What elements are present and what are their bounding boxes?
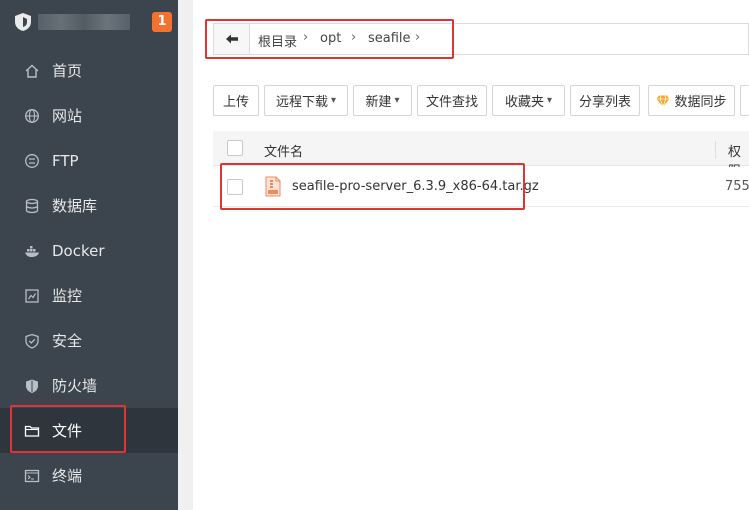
file-search-button[interactable]: 文件查找	[417, 85, 487, 116]
remote-download-label: 远程下载	[275, 95, 328, 110]
sidebar-item-label: FTP	[52, 151, 79, 170]
sidebar-item-website[interactable]: 网站	[0, 93, 178, 138]
terminal-icon	[24, 468, 40, 484]
select-all-checkbox[interactable]	[227, 140, 243, 156]
column-header-permission[interactable]: 权限	[715, 141, 749, 179]
globe-icon	[24, 108, 40, 124]
breadcrumb-item-root[interactable]: 根目录	[258, 31, 297, 50]
chevron-down-icon: ▾	[546, 95, 553, 106]
sidebar-item-files[interactable]: 文件	[0, 408, 178, 453]
breadcrumb: 根目录 › opt › seafile ›	[213, 23, 749, 55]
sidebar-item-terminal[interactable]: 终端	[0, 453, 178, 498]
chevron-right-icon: ›	[351, 30, 357, 45]
monitor-icon	[24, 288, 40, 304]
sidebar-item-ftp[interactable]: FTP	[0, 138, 178, 183]
sidebar-item-label: 防火墙	[52, 377, 98, 395]
diamond-icon	[656, 94, 670, 107]
sidebar-item-label: 网站	[52, 107, 83, 125]
chevron-right-icon: ›	[303, 30, 309, 45]
back-button[interactable]	[214, 24, 250, 54]
data-sync-button[interactable]: 数据同步	[648, 85, 735, 116]
sidebar-item-database[interactable]: 数据库	[0, 183, 178, 228]
share-list-button[interactable]: 分享列表	[570, 85, 640, 116]
data-sync-label: 数据同步	[674, 95, 727, 110]
upload-label: 上传	[222, 95, 249, 110]
favorites-button[interactable]: 收藏夹 ▾	[492, 85, 565, 116]
brand-header: 1	[0, 0, 178, 46]
sidebar: 1 首页 网站 FTP 数据库 Docker 监控 安全 防火墙 文件 终端	[0, 0, 178, 510]
chevron-down-icon: ▾	[330, 95, 337, 106]
archive-file-icon	[265, 176, 281, 197]
database-icon	[24, 198, 40, 214]
sidebar-item-label: 数据库	[52, 197, 98, 215]
sidebar-item-label: 监控	[52, 287, 83, 305]
sidebar-item-label: 文件	[52, 422, 83, 440]
notification-badge[interactable]: 1	[152, 12, 172, 32]
main-panel	[193, 0, 749, 510]
breadcrumb-item-seafile[interactable]: seafile	[368, 31, 411, 46]
sidebar-item-label: 安全	[52, 332, 83, 350]
share-list-label: 分享列表	[578, 95, 631, 110]
sidebar-item-monitor[interactable]: 监控	[0, 273, 178, 318]
column-header-name[interactable]: 文件名	[264, 141, 303, 160]
breadcrumb-item-opt[interactable]: opt	[320, 31, 341, 46]
favorites-label: 收藏夹	[504, 95, 544, 110]
sidebar-item-label: 终端	[52, 467, 83, 485]
new-label: 新建	[365, 95, 392, 110]
sidebar-item-security[interactable]: 安全	[0, 318, 178, 363]
arrow-left-icon	[225, 34, 238, 44]
firewall-icon	[24, 378, 40, 394]
row-checkbox[interactable]	[227, 179, 243, 195]
file-search-label: 文件查找	[425, 95, 478, 110]
chevron-down-icon: ▾	[394, 95, 400, 106]
docker-icon	[24, 243, 40, 259]
shield-icon	[24, 333, 40, 349]
hostname-blurred	[38, 14, 130, 30]
logo-icon	[15, 13, 31, 31]
remote-download-button[interactable]: 远程下载 ▾	[264, 85, 348, 116]
chevron-right-icon: ›	[415, 30, 421, 45]
table-row[interactable]: seafile-pro-server_6.3.9_x86-64.tar.gz 7…	[213, 167, 749, 207]
sidebar-item-docker[interactable]: Docker	[0, 228, 178, 273]
sidebar-item-label: 首页	[52, 62, 83, 80]
home-icon	[24, 63, 40, 79]
sidebar-item-label: Docker	[52, 241, 105, 260]
new-button[interactable]: 新建 ▾	[353, 85, 412, 116]
sidebar-item-home[interactable]: 首页	[0, 48, 178, 93]
sidebar-item-firewall[interactable]: 防火墙	[0, 363, 178, 408]
file-permission: 755	[725, 179, 749, 194]
file-name[interactable]: seafile-pro-server_6.3.9_x86-64.tar.gz	[292, 179, 539, 194]
ftp-icon	[24, 153, 40, 169]
upload-button[interactable]: 上传	[213, 85, 259, 116]
file-table-header: 文件名 权限	[213, 131, 749, 179]
toolbar-overflow-button[interactable]	[740, 85, 749, 116]
folder-icon	[24, 423, 40, 439]
